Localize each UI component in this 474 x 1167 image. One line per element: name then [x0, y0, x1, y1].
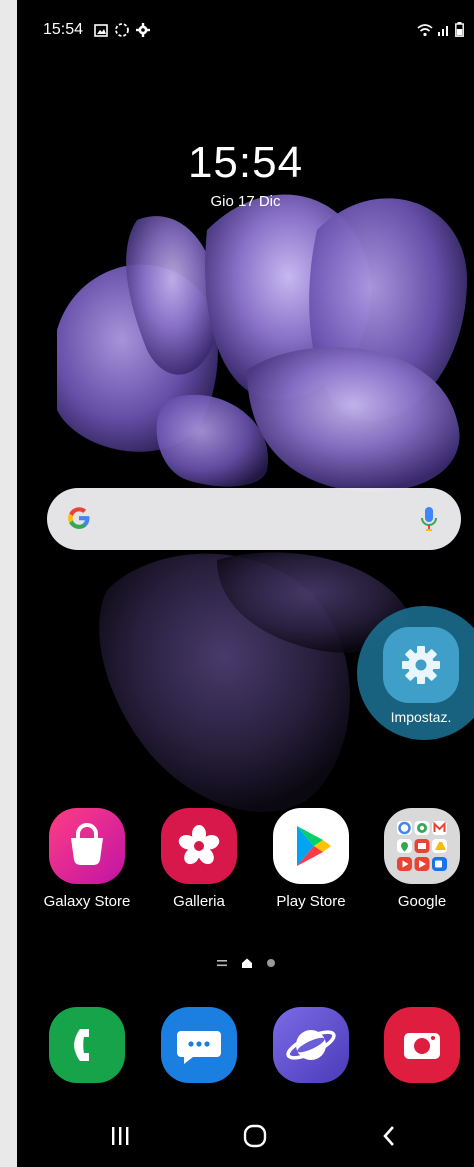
settings-app-icon [383, 627, 459, 703]
galleria-app-icon [161, 808, 237, 884]
home-icon [243, 1124, 267, 1148]
back-button[interactable] [359, 1105, 419, 1167]
play-store-app-icon [273, 808, 349, 884]
recent-apps-button[interactable] [90, 1105, 150, 1167]
app-galleria[interactable]: Galleria [147, 808, 251, 910]
shopping-bag-icon [71, 823, 103, 866]
messages-icon [177, 1031, 221, 1064]
camera-app-icon [384, 1007, 460, 1083]
gallery-notification-icon [94, 23, 108, 37]
google-folder-icon [397, 821, 447, 871]
status-bar: 15:54 [17, 0, 474, 60]
phone-app-icon [49, 1007, 125, 1083]
status-icons-right [417, 22, 464, 37]
settings-app-label: Impostaz. [390, 709, 452, 725]
dock-app-internet[interactable] [259, 1007, 363, 1083]
page-dot-icon[interactable] [266, 958, 276, 968]
status-time: 15:54 [43, 21, 84, 38]
app-galaxy-store[interactable]: Galaxy Store [35, 808, 139, 910]
galaxy-store-app-icon [49, 808, 125, 884]
app-google-folder[interactable]: Google [370, 808, 474, 910]
lockscreen-date: Gio 17 Dic [210, 193, 281, 210]
app-label: Google [397, 893, 447, 910]
google-g-icon [68, 507, 90, 529]
navigation-bar [17, 1105, 474, 1167]
camera-icon [404, 1033, 440, 1059]
home-indicator-icon[interactable] [241, 957, 253, 969]
settings-notification-icon [136, 23, 150, 37]
dock-app-phone[interactable] [35, 1007, 139, 1083]
app-impostazioni[interactable]: Impostaz. [383, 627, 459, 725]
flower-icon [178, 825, 220, 865]
app-play-store[interactable]: Play Store [259, 808, 363, 910]
play-triangle-icon [297, 826, 331, 866]
battery-icon [455, 22, 464, 37]
app-label: Galleria [173, 893, 225, 910]
app-label: Play Store [276, 893, 346, 910]
wifi-icon [417, 23, 433, 36]
google-search-bar[interactable] [47, 488, 461, 550]
recent-apps-icon [112, 1127, 129, 1145]
lockscreen-clock: 15:54 [187, 138, 304, 187]
status-icons-left [94, 22, 150, 38]
phone-icon [74, 1029, 89, 1061]
microphone-icon[interactable] [419, 505, 439, 533]
internet-icon [286, 1030, 336, 1060]
dock-app-camera[interactable] [370, 1007, 474, 1083]
home-button[interactable] [225, 1105, 285, 1167]
google-folder-app-icon [384, 808, 460, 884]
messages-app-icon [161, 1007, 237, 1083]
phone-screen: 15:54 15:54 Gio 17 Dic Impostaz. Galaxy … [17, 0, 474, 1167]
list-indicator-icon[interactable] [216, 958, 228, 968]
app-label: Galaxy Store [43, 893, 131, 910]
signal-icon [438, 25, 448, 36]
gear-icon [402, 646, 440, 684]
internet-app-icon [273, 1007, 349, 1083]
page-indicator [17, 957, 474, 969]
sync-icon [115, 23, 129, 37]
dock-app-messages[interactable] [147, 1007, 251, 1083]
back-icon [383, 1126, 394, 1146]
